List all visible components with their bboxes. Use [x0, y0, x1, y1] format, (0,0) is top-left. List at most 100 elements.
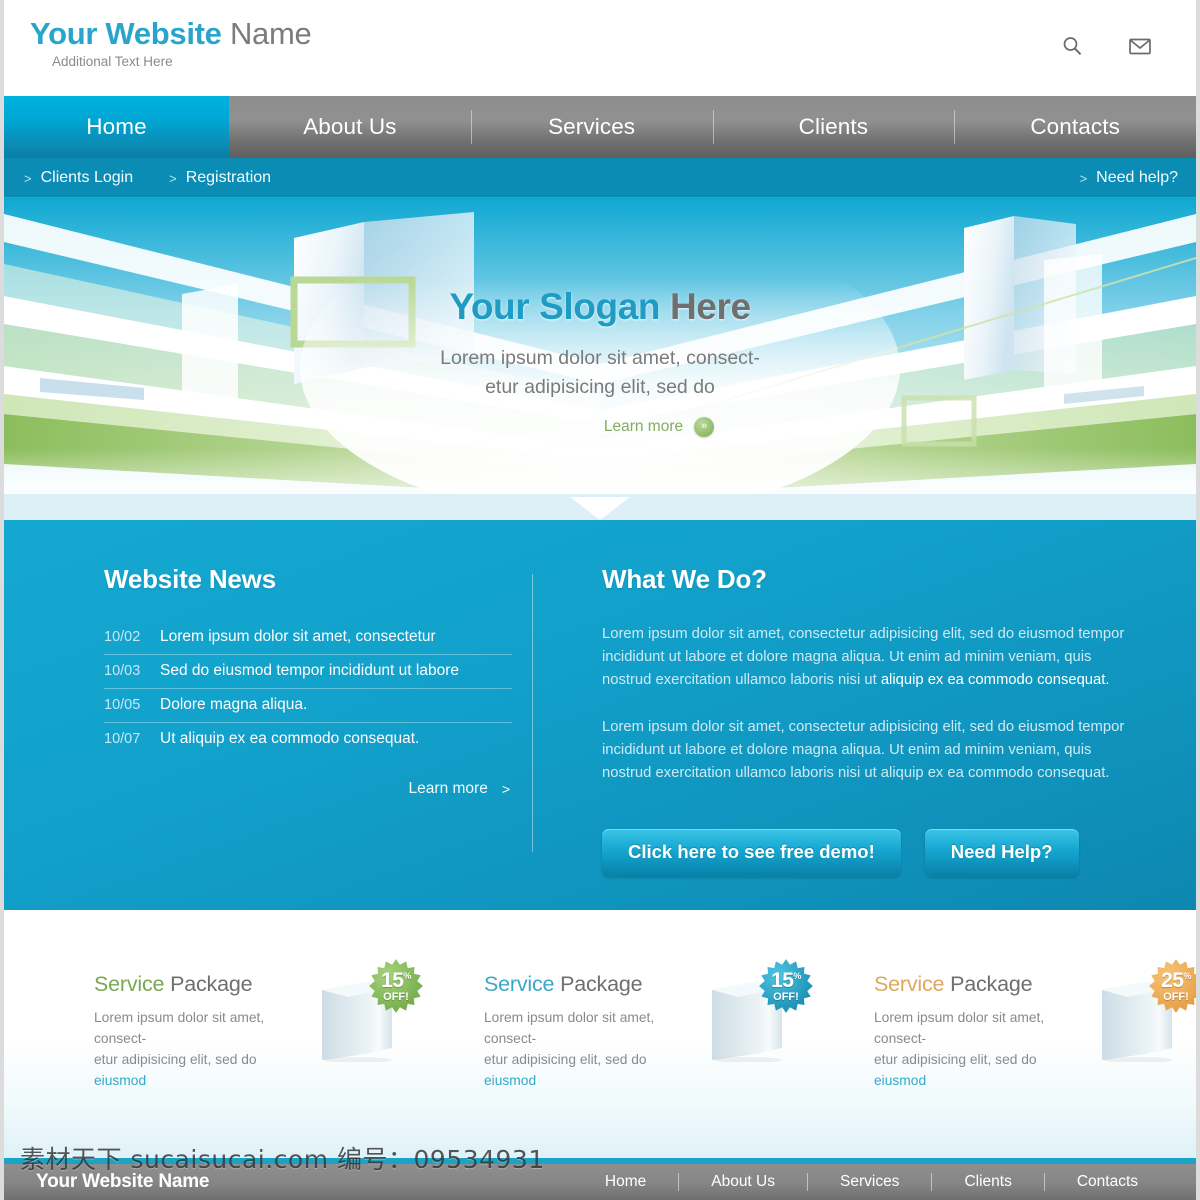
utility-nav-left: > Clients Login > Registration: [24, 169, 271, 187]
news-text: Lorem ipsum dolor sit amet, consectetur: [160, 628, 436, 645]
service-title-gray: Package: [944, 972, 1033, 996]
news-text: Dolore magna aliqua.: [160, 696, 308, 713]
footer-link-contacts[interactable]: Contacts: [1043, 1173, 1170, 1191]
discount-badge: 25% OFF!: [1148, 958, 1196, 1014]
site-brand[interactable]: Your Website Name Additional Text Here: [4, 0, 312, 69]
chevron-right-icon: >: [1079, 170, 1088, 186]
service-package-description: Lorem ipsum dolor sit amet, consect- etu…: [484, 1008, 694, 1092]
what-we-do-paragraph-1: Lorem ipsum dolor sit amet, consectetur …: [602, 623, 1138, 692]
news-date: 10/02: [104, 629, 141, 645]
service-package-card[interactable]: Service Package Lorem ipsum dolor sit am…: [32, 959, 423, 1158]
service-packages-section: Service Package Lorem ipsum dolor sit am…: [4, 910, 1196, 1158]
service-package-box-art: 15% OFF!: [702, 959, 813, 1064]
service-package-title: Service Package: [874, 972, 1084, 997]
service-package-card[interactable]: Service Package Lorem ipsum dolor sit am…: [422, 959, 813, 1158]
search-icon[interactable]: [1060, 34, 1084, 58]
discount-badge-text: 15% OFF!: [771, 970, 801, 1003]
service-package-text: Service Package Lorem ipsum dolor sit am…: [94, 972, 304, 1092]
news-text: Ut aliquip ex ea commodo consequat.: [160, 730, 420, 747]
footer-link-services[interactable]: Services: [807, 1173, 931, 1191]
utility-link-need-help[interactable]: > Need help?: [1080, 169, 1178, 187]
nav-item-services[interactable]: Services: [470, 96, 713, 158]
discount-off-label: OFF!: [1163, 990, 1189, 1003]
utility-link-registration[interactable]: > Registration: [169, 169, 271, 187]
utility-link-registration-label: Registration: [185, 169, 272, 186]
news-date: 10/03: [104, 663, 141, 679]
nav-item-clients[interactable]: Clients: [712, 96, 955, 158]
hero-banner: Your Slogan Here Lorem ipsum dolor sit a…: [4, 198, 1196, 520]
service-package-box-art: 15% OFF!: [312, 959, 423, 1064]
service-desc-link[interactable]: eiusmod: [484, 1073, 536, 1088]
footer-link-clients[interactable]: Clients: [931, 1173, 1043, 1191]
website-template-page: Your Website Name Additional Text Here H…: [0, 0, 1200, 1200]
service-package-title: Service Package: [484, 972, 694, 997]
footer-link-about-us[interactable]: About Us: [678, 1173, 807, 1191]
news-date: 10/05: [104, 697, 141, 713]
footer-brand: Your Website Name: [36, 1171, 210, 1192]
service-desc-link[interactable]: eiusmod: [94, 1073, 146, 1088]
chevron-right-icon: >: [169, 170, 177, 186]
nav-item-about-us[interactable]: About Us: [229, 96, 471, 158]
footer-navigation: Home About Us Services Clients Contacts: [573, 1173, 1170, 1191]
website-news-title: Website News: [104, 564, 276, 594]
nav-item-home[interactable]: Home: [4, 96, 229, 158]
service-package-description: Lorem ipsum dolor sit amet, consect- etu…: [94, 1008, 304, 1092]
free-demo-button[interactable]: Click here to see free demo!: [602, 828, 901, 877]
discount-off-label: OFF!: [383, 990, 409, 1003]
discount-badge-text: 25% OFF!: [1161, 970, 1191, 1003]
hero-copy: Your Slogan Here Lorem ipsum dolor sit a…: [4, 286, 1196, 437]
website-news-section: Website News 10/02 Lorem ipsum dolor sit…: [44, 564, 532, 910]
news-learn-more-label: Learn more: [408, 780, 488, 797]
nav-item-contacts[interactable]: Contacts: [954, 96, 1196, 158]
utility-link-clients-login-label: Clients Login: [40, 169, 134, 186]
service-title-accent: Service: [94, 972, 165, 996]
chevron-right-icon: >: [24, 170, 32, 186]
what-we-do-section: What We Do? Lorem ipsum dolor sit amet, …: [532, 564, 1156, 910]
site-header: Your Website Name Additional Text Here: [4, 0, 1196, 96]
service-desc-plain: Lorem ipsum dolor sit amet, consect- etu…: [94, 1010, 265, 1067]
utility-link-clients-login[interactable]: > Clients Login: [24, 169, 133, 187]
discount-number: 15%: [381, 968, 411, 992]
service-package-text: Service Package Lorem ipsum dolor sit am…: [484, 972, 694, 1092]
brand-title-accent: Your Website: [30, 16, 222, 51]
paragraph-1-highlight: aliquip ex ea commodo consequat.: [880, 671, 1110, 688]
news-list-item[interactable]: 10/07 Ut aliquip ex ea commodo consequat…: [104, 723, 512, 756]
service-title-accent: Service: [874, 972, 945, 996]
discount-badge: 15% OFF!: [368, 958, 424, 1014]
discount-badge-text: 15% OFF!: [381, 970, 411, 1003]
news-date: 10/07: [104, 731, 141, 747]
news-learn-more-link[interactable]: Learn more >: [104, 780, 512, 798]
discount-badge: 15% OFF!: [758, 958, 814, 1014]
service-package-box-art: 25% OFF!: [1092, 959, 1196, 1064]
header-icon-group: [1060, 0, 1196, 58]
brand-title: Your Website Name: [30, 16, 312, 51]
service-title-accent: Service: [484, 972, 555, 996]
hero-slogan-accent: Your Slogan: [449, 286, 661, 327]
hero-learn-more-link[interactable]: Learn more »: [604, 416, 715, 437]
service-desc-plain: Lorem ipsum dolor sit amet, consect- etu…: [484, 1010, 655, 1067]
service-title-gray: Package: [554, 972, 643, 996]
discount-number: 25%: [1161, 968, 1191, 992]
service-desc-link[interactable]: eiusmod: [874, 1073, 926, 1088]
news-list-item[interactable]: 10/05 Dolore magna aliqua.: [104, 689, 512, 723]
service-desc-plain: Lorem ipsum dolor sit amet, consect- etu…: [874, 1010, 1045, 1067]
what-we-do-paragraph-2: Lorem ipsum dolor sit amet, consectetur …: [602, 718, 1125, 781]
need-help-button[interactable]: Need Help?: [924, 828, 1079, 877]
discount-number: 15%: [771, 968, 801, 992]
news-list-item[interactable]: 10/02 Lorem ipsum dolor sit amet, consec…: [104, 621, 512, 655]
footer-link-home[interactable]: Home: [573, 1173, 678, 1191]
hero-slogan-gray: Here: [660, 286, 751, 327]
service-package-description: Lorem ipsum dolor sit amet, consect- etu…: [874, 1008, 1084, 1092]
hero-slogan: Your Slogan Here: [449, 286, 751, 328]
service-package-title: Service Package: [94, 972, 304, 997]
main-navigation: Home About Us Services Clients Contacts: [4, 96, 1196, 158]
brand-subtitle: Additional Text Here: [52, 53, 173, 69]
cta-button-row: Click here to see free demo! Need Help?: [602, 828, 1138, 877]
service-package-card[interactable]: Service Package Lorem ipsum dolor sit am…: [812, 959, 1196, 1158]
news-list-item[interactable]: 10/03 Sed do eiusmod tempor incididunt u…: [104, 655, 512, 689]
mail-icon[interactable]: [1128, 34, 1152, 58]
hero-subtitle: Lorem ipsum dolor sit amet, consect- etu…: [440, 347, 760, 398]
site-footer: Your Website Name Home About Us Services…: [4, 1158, 1196, 1200]
service-package-text: Service Package Lorem ipsum dolor sit am…: [874, 972, 1084, 1092]
brand-title-gray: Name: [221, 16, 312, 51]
